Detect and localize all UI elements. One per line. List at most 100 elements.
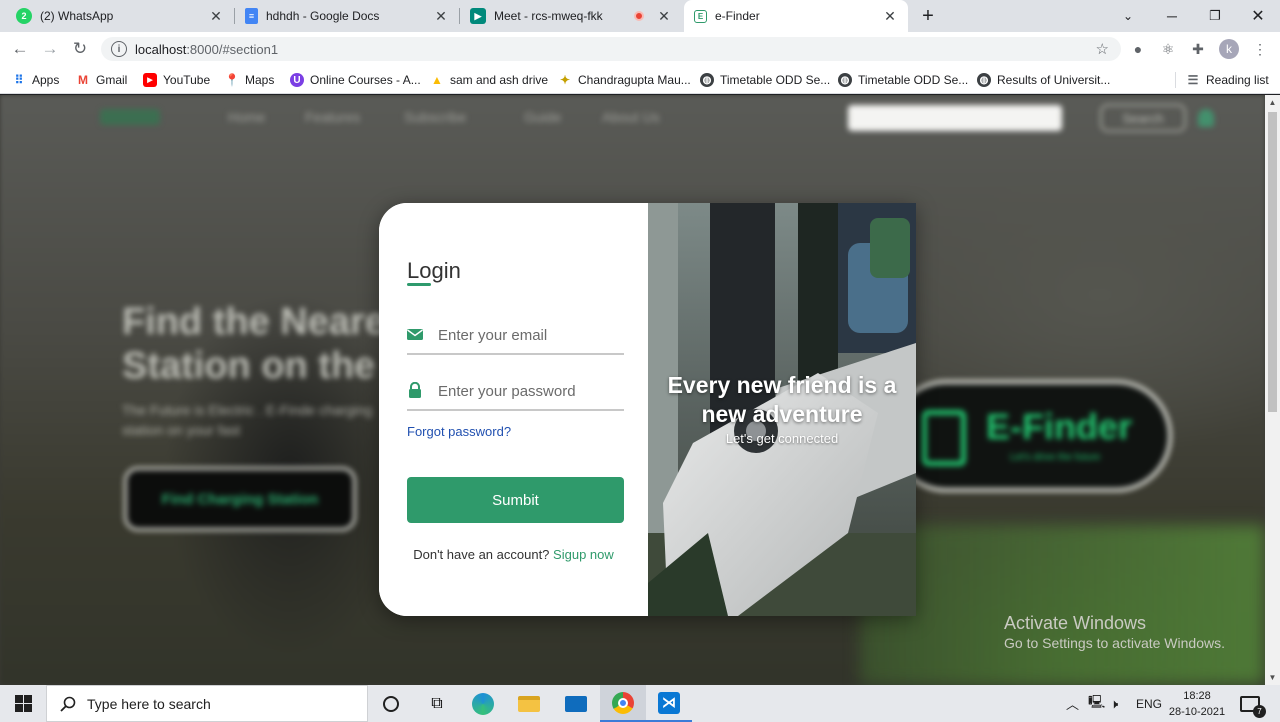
- recording-indicator-icon: [634, 11, 644, 21]
- search-icon: [59, 695, 77, 713]
- close-icon[interactable]: ✕: [433, 8, 449, 25]
- taskbar-vscode[interactable]: ⋊: [646, 685, 692, 722]
- reading-list-button[interactable]: ☰ Reading list: [1186, 66, 1269, 94]
- bookmark-label: YouTube: [163, 73, 211, 87]
- nav-subscribe: Subscribe: [404, 109, 467, 125]
- charger-icon: [922, 410, 966, 466]
- banner-title: E-Finder: [986, 406, 1133, 447]
- taskbar-search-box[interactable]: Type here to search: [46, 685, 368, 722]
- cortana-button[interactable]: [368, 685, 414, 722]
- network-icon[interactable]: 🖳: [1088, 685, 1105, 722]
- bookmark-youtube[interactable]: ▶ YouTube: [143, 66, 210, 94]
- site-logo: [100, 109, 160, 125]
- email-field: [407, 315, 624, 355]
- new-tab-button[interactable]: +: [916, 4, 940, 28]
- site-search-button: Search: [1100, 104, 1186, 132]
- bookmark-divider: [1175, 72, 1176, 88]
- signup-prompt: Don't have an account? Sigup now: [379, 547, 648, 562]
- scroll-down-arrow-icon[interactable]: ▼: [1265, 670, 1280, 685]
- submit-button[interactable]: Sumbit: [407, 477, 624, 523]
- minimize-button[interactable]: ─: [1152, 0, 1192, 32]
- forward-button[interactable]: →: [38, 37, 62, 61]
- tab-search-icon[interactable]: ⌄: [1108, 0, 1148, 32]
- url-host: localhost: [135, 41, 187, 57]
- tray-overflow-icon[interactable]: ︿: [1066, 685, 1079, 722]
- hero-title-line: Find the Neare: [122, 301, 386, 343]
- react-devtools-icon[interactable]: ⚛: [1158, 39, 1178, 59]
- watermark-line: Activate Windows: [1004, 613, 1147, 633]
- task-view-button[interactable]: ⧉: [414, 685, 460, 722]
- login-modal: Login Forgot password? Sumbit Don't have…: [379, 203, 916, 616]
- email-input[interactable]: [436, 319, 622, 351]
- clock-date: 28-10-2021: [1168, 706, 1226, 718]
- bookmark-apps[interactable]: ⠿ Apps: [12, 66, 60, 94]
- globe-icon: ◍: [700, 73, 714, 87]
- welcome-image-panel: Every new friend is a new adventure Let'…: [648, 203, 916, 616]
- system-clock[interactable]: 18:28 28-10-2021: [1162, 688, 1232, 720]
- bookmark-label: Results of Universit...: [997, 73, 1111, 87]
- menu-kebab-icon[interactable]: ⋮: [1250, 39, 1270, 59]
- bookmark-label: Maps: [245, 73, 275, 87]
- hero-subtitle: The Future is Electric . E-Finde chargin…: [122, 402, 373, 438]
- bookmark-label: Timetable ODD Se...: [858, 73, 969, 87]
- nav-home: Home: [228, 109, 266, 125]
- tab-google-meet[interactable]: ▶ Meet - rcs-mweq-fkk ✕: [460, 0, 682, 32]
- bookmark-drive[interactable]: ▲ sam and ash drive: [430, 66, 548, 94]
- password-field: [407, 371, 624, 411]
- start-button[interactable]: [0, 685, 46, 722]
- extension-dot-icon[interactable]: ●: [1128, 39, 1148, 59]
- site-info-icon[interactable]: i: [111, 41, 127, 57]
- volume-icon[interactable]: 🕨: [1110, 685, 1118, 722]
- bookmark-timetable-1[interactable]: ◍ Timetable ODD Se...: [700, 66, 830, 94]
- bookmark-timetable-2[interactable]: ◍ Timetable ODD Se...: [838, 66, 968, 94]
- tab-title: hdhdh - Google Docs: [266, 9, 380, 23]
- tab-title: Meet - rcs-mweq-fkk: [494, 9, 603, 23]
- address-bar[interactable]: i localhost:8000/#section1 ☆: [101, 37, 1121, 61]
- site-search-input: [848, 105, 1062, 131]
- close-icon[interactable]: ✕: [208, 8, 224, 25]
- taskbar-mail[interactable]: [553, 685, 599, 722]
- page-scrollbar[interactable]: ▲ ▼: [1265, 95, 1280, 685]
- close-icon[interactable]: ✕: [656, 8, 672, 25]
- bookmark-maps[interactable]: 📍 Maps: [225, 66, 275, 94]
- e-finder-icon: E: [694, 9, 707, 23]
- taskbar-file-explorer[interactable]: [506, 685, 552, 722]
- nav-features: Features: [305, 109, 361, 125]
- scroll-thumb[interactable]: [1268, 112, 1277, 412]
- window-close-button[interactable]: ✕: [1238, 0, 1278, 32]
- password-input[interactable]: [436, 375, 622, 407]
- apps-grid-icon: ⠿: [14, 73, 24, 87]
- banner-subtitle: Let's drive the future: [1010, 452, 1101, 463]
- bookmark-star-icon[interactable]: ☆: [1096, 40, 1109, 58]
- tab-whatsapp[interactable]: 2 (2) WhatsApp ✕: [6, 0, 234, 32]
- tab-title: (2) WhatsApp: [40, 9, 114, 23]
- taskbar-edge[interactable]: [460, 685, 506, 722]
- signup-link[interactable]: Sigup now: [553, 547, 614, 562]
- find-charging-station-button: Find Charging Station: [124, 467, 356, 531]
- reload-button[interactable]: ↻: [68, 37, 92, 61]
- profile-avatar[interactable]: k: [1219, 39, 1239, 59]
- gmail-icon: M: [78, 73, 88, 87]
- tab-google-docs[interactable]: ≡ hdhdh - Google Docs ✕: [235, 0, 459, 32]
- taskbar-chrome[interactable]: [600, 685, 646, 722]
- notification-center-button[interactable]: 7: [1240, 685, 1266, 722]
- browser-tab-strip: 2 (2) WhatsApp ✕ ≡ hdhdh - Google Docs ✕…: [0, 0, 1280, 32]
- bookmark-results[interactable]: ◍ Results of Universit...: [977, 66, 1110, 94]
- bookmark-gmail[interactable]: M Gmail: [76, 66, 127, 94]
- restore-button[interactable]: ❐: [1195, 0, 1235, 32]
- bookmark-online-courses[interactable]: U Online Courses - A...: [290, 66, 421, 94]
- tab-e-finder[interactable]: E e-Finder ✕: [684, 0, 908, 32]
- hero-title-line: Station on the g: [122, 345, 410, 387]
- reading-list-icon: ☰: [1187, 73, 1199, 87]
- language-indicator[interactable]: ENG: [1136, 685, 1162, 722]
- search-placeholder: Type here to search: [87, 695, 211, 712]
- bookmark-chandragupta[interactable]: ✦ Chandragupta Mau...: [558, 66, 691, 94]
- forgot-password-link[interactable]: Forgot password?: [407, 424, 511, 439]
- nav-guide: Guide: [524, 109, 562, 125]
- scroll-up-arrow-icon[interactable]: ▲: [1265, 95, 1280, 110]
- activate-windows-watermark: Activate Windows Go to Settings to activ…: [1004, 612, 1225, 652]
- hero-title: Find the Neare Station on the g: [122, 300, 409, 388]
- extensions-puzzle-icon[interactable]: ✚: [1188, 39, 1208, 59]
- close-icon[interactable]: ✕: [882, 8, 898, 25]
- back-button[interactable]: ←: [8, 37, 32, 61]
